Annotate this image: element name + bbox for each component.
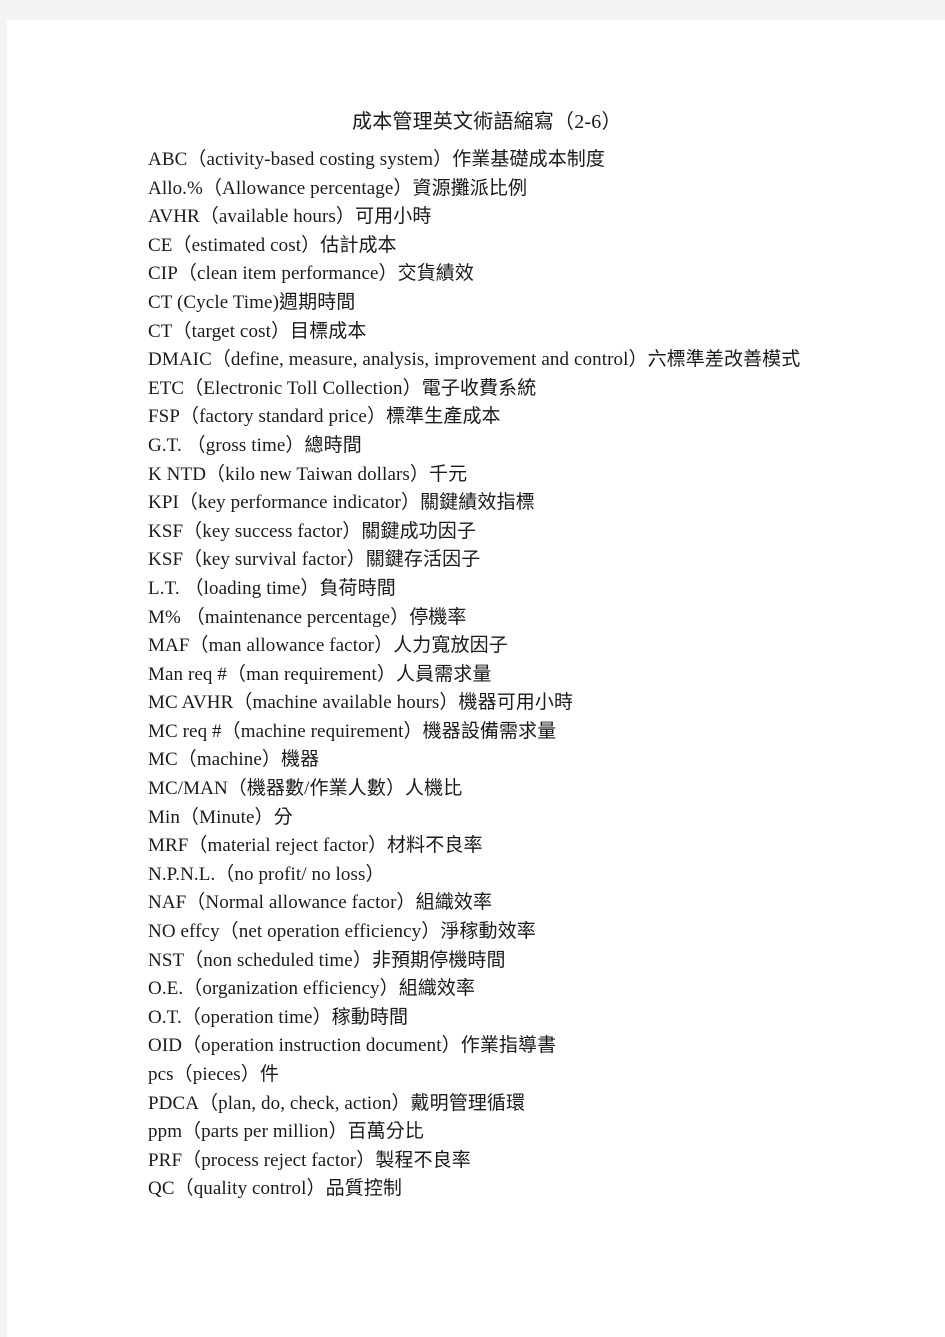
list-item: pcs（pieces）件 [148, 1064, 279, 1085]
list-item: MC AVHR（machine available hours）機器可用小時 [148, 692, 574, 714]
list-item: DMAIC（define, measure, analysis, improve… [148, 349, 801, 371]
list-item: PDCA（plan, do, check, action）戴明管理循環 [148, 1092, 526, 1114]
list-item: CT (Cycle Time)週期時間 [148, 291, 356, 313]
list-item: N.P.N.L.（no profit/ no loss） [148, 863, 385, 885]
list-item: QC（quality control）品質控制 [148, 1178, 403, 1200]
list-item: M% （maintenance percentage）停機率 [148, 606, 467, 628]
glossary-list: ABC（activity-based costing system）作業基礎成本… [148, 146, 908, 1204]
list-item: OID（operation instruction document）作業指導書 [148, 1035, 557, 1057]
list-item: ppm（parts per million）百萬分比 [148, 1121, 424, 1143]
list-item: MC req #（machine requirement）機器設備需求量 [148, 720, 557, 742]
list-item: NO effcy（net operation efficiency）淨稼動效率 [148, 921, 536, 943]
list-item: O.T.（operation time）稼動時間 [148, 1006, 409, 1028]
list-item: MRF（material reject factor）材料不良率 [148, 835, 483, 857]
list-item: CIP（clean item performance）交貨績效 [148, 263, 475, 285]
list-item: KSF（key survival factor）關鍵存活因子 [148, 549, 481, 571]
document-page: 成本管理英文術語縮寫（2-6） ABC（activity-based costi… [7, 20, 945, 1337]
list-item: CE（estimated cost）估計成本 [148, 234, 397, 256]
list-item: Allo.%（Allowance percentage）資源攤派比例 [148, 177, 528, 199]
list-item: CT（target cost）目標成本 [148, 320, 367, 342]
list-item: L.T. （loading time）負荷時間 [148, 577, 396, 599]
list-item: FSP（factory standard price）標準生產成本 [148, 406, 501, 428]
page-title: 成本管理英文術語縮寫（2-6） [352, 111, 622, 133]
list-item: Man req #（man requirement）人員需求量 [148, 663, 492, 685]
list-item: G.T. （gross time）總時間 [148, 434, 362, 456]
list-item: MC/MAN（機器數/作業人數）人機比 [148, 778, 463, 800]
list-item: MC（machine）機器 [148, 749, 320, 771]
list-item: KPI（key performance indicator）關鍵績效指標 [148, 492, 535, 514]
list-item: NAF（Normal allowance factor）組織效率 [148, 892, 493, 914]
list-item: ABC（activity-based costing system）作業基礎成本… [148, 149, 605, 170]
list-item: PRF（process reject factor）製程不良率 [148, 1149, 471, 1171]
list-item: MAF（man allowance factor）人力寬放因子 [148, 635, 508, 657]
list-item: Min（Minute）分 [148, 806, 293, 828]
list-item: ETC（Electronic Toll Collection）電子收費系統 [148, 377, 537, 399]
document-viewer: 成本管理英文術語縮寫（2-6） ABC（activity-based costi… [0, 0, 945, 1337]
list-item: NST（non scheduled time）非預期停機時間 [148, 949, 506, 971]
list-item: K NTD（kilo new Taiwan dollars）千元 [148, 463, 468, 485]
list-item: AVHR（available hours）可用小時 [148, 206, 432, 228]
list-item: O.E.（organization efficiency）組織效率 [148, 978, 476, 1000]
list-item: KSF（key success factor）關鍵成功因子 [148, 520, 476, 542]
